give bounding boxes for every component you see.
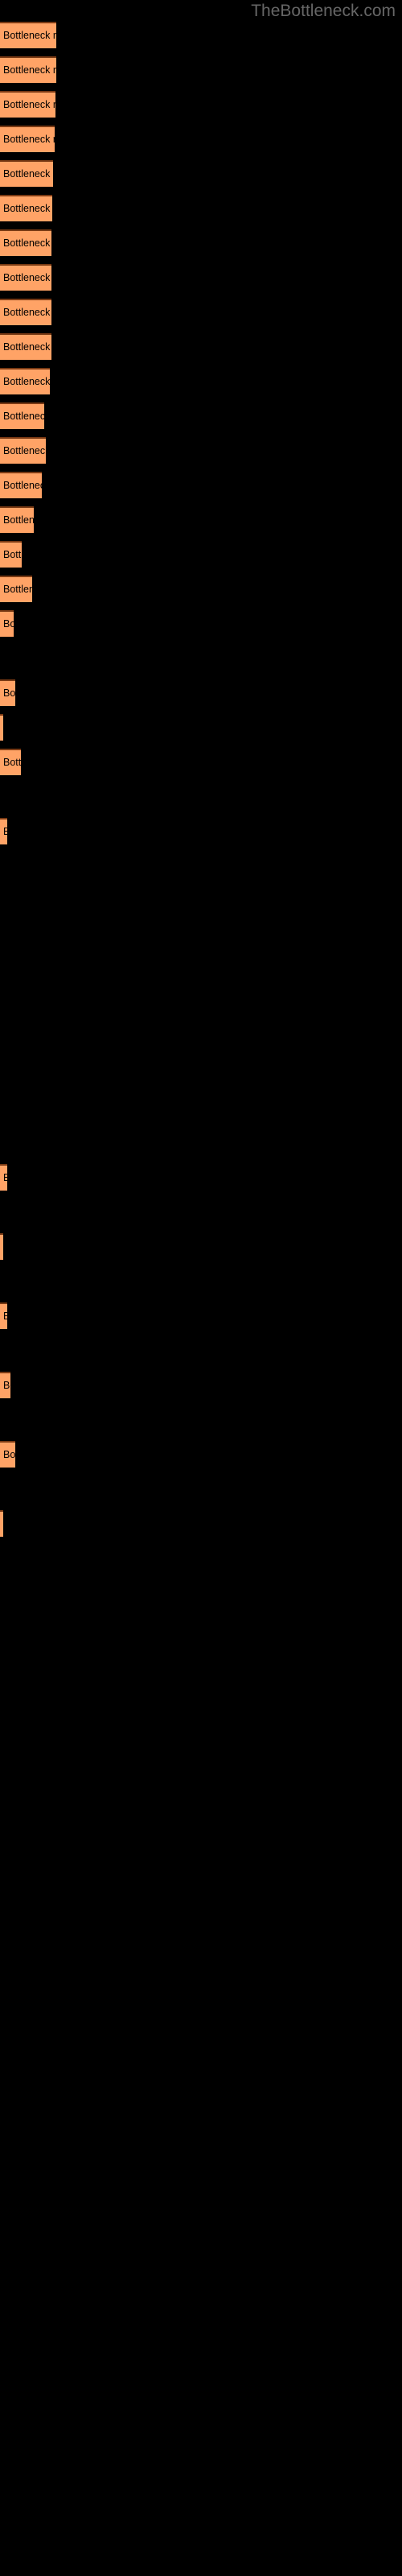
bar-row: Bottleneck result xyxy=(0,299,51,325)
bar-fill xyxy=(0,56,56,83)
bar-fill xyxy=(0,22,56,48)
bar-row: Bottleneck result xyxy=(0,368,50,394)
bar-fill xyxy=(0,126,55,152)
bar-fill xyxy=(0,818,7,844)
bar-chart-container: TheBottleneck.com Bottleneck result Bottl… xyxy=(0,0,402,2576)
bar-row: Bottleneck result xyxy=(0,1302,7,1329)
bar-row: Bottleneck result xyxy=(0,264,51,291)
bar-fill xyxy=(0,576,32,602)
bar-row: Bottleneck result xyxy=(0,402,44,429)
bar-fill xyxy=(0,679,15,706)
bar-row: Bottleneck result xyxy=(0,22,56,48)
bar-row: Bottleneck result xyxy=(0,126,55,152)
bar-row: Bottleneck result xyxy=(0,576,32,602)
bar-fill xyxy=(0,333,51,360)
bar-fill xyxy=(0,160,53,187)
bar-row: Bottleneck result xyxy=(0,195,52,221)
bar-row: Bottleneck result xyxy=(0,91,55,118)
bar-fill xyxy=(0,368,50,394)
bar-row: Bottleneck result xyxy=(0,1233,3,1260)
bar-row: Bottleneck result xyxy=(0,56,56,83)
bar-row: Bottleneck result xyxy=(0,437,46,464)
bar-fill xyxy=(0,402,44,429)
bar-fill xyxy=(0,1233,3,1260)
bar-row: Bottleneck result xyxy=(0,1372,10,1398)
bar-row: Bottleneck result xyxy=(0,541,22,568)
bar-fill xyxy=(0,264,51,291)
bar-row: Bottleneck result xyxy=(0,1441,15,1468)
bar-fill xyxy=(0,1372,10,1398)
bar-fill xyxy=(0,229,51,256)
bar-fill xyxy=(0,91,55,118)
bar-fill xyxy=(0,714,3,741)
bar-row: Bottleneck result xyxy=(0,1164,7,1191)
bar-fill xyxy=(0,610,14,637)
bar-row: Bottleneck result xyxy=(0,749,21,775)
bar-row: Bottleneck result xyxy=(0,610,14,637)
bar-fill xyxy=(0,437,46,464)
bar-fill xyxy=(0,1302,7,1329)
bar-fill xyxy=(0,299,51,325)
bar-fill xyxy=(0,541,22,568)
bar-row: Bottleneck result xyxy=(0,679,15,706)
bar-row: Bottleneck result xyxy=(0,818,7,844)
bar-row: Bottleneck result xyxy=(0,333,51,360)
bar-fill xyxy=(0,506,34,533)
bar-fill xyxy=(0,749,21,775)
bar-row: Bottleneck result xyxy=(0,506,34,533)
bar-row: Bottleneck result xyxy=(0,472,42,498)
bar-row: Bottleneck result xyxy=(0,1510,3,1537)
bar-fill xyxy=(0,1510,3,1537)
bar-fill xyxy=(0,195,52,221)
bar-fill xyxy=(0,1164,7,1191)
bar-row: Bottleneck result xyxy=(0,160,53,187)
site-watermark: TheBottleneck.com xyxy=(251,2,396,20)
bar-fill xyxy=(0,472,42,498)
bar-fill xyxy=(0,1441,15,1468)
bar-row: Bottleneck result xyxy=(0,229,51,256)
bar-row: Bottleneck result xyxy=(0,714,3,741)
